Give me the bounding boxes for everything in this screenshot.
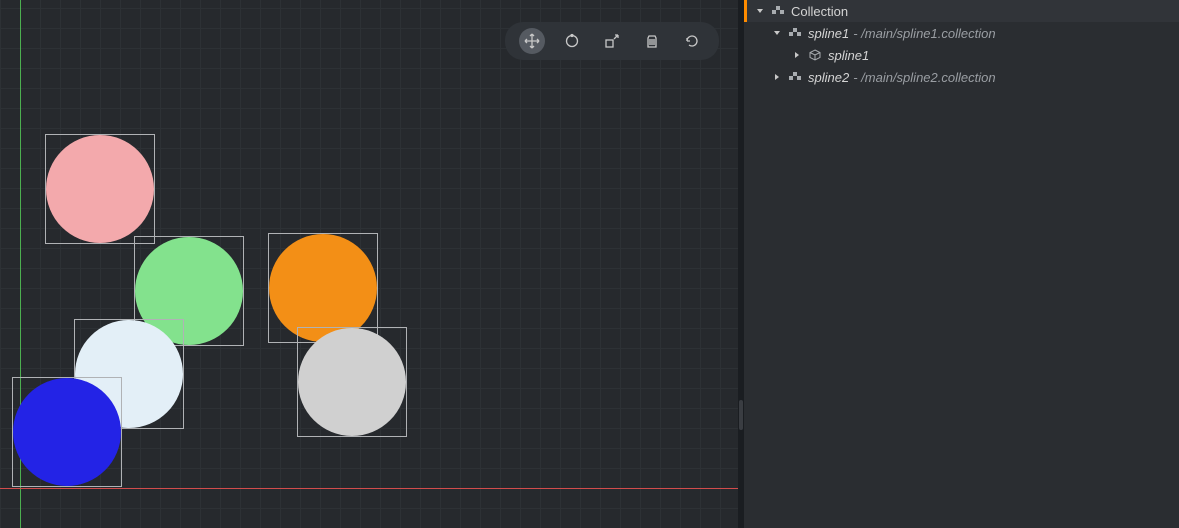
scene-viewport[interactable] — [0, 0, 738, 528]
tree-item-path: - /main/spline2.collection — [853, 70, 995, 85]
collection-icon — [771, 4, 785, 18]
tree-root-collection[interactable]: Collection — [744, 0, 1179, 22]
panel-divider[interactable] — [738, 0, 744, 528]
tree-item-spline2[interactable]: spline2 - /main/spline2.collection — [744, 66, 1179, 88]
pink-circle[interactable] — [46, 135, 154, 243]
chevron-right-icon[interactable] — [792, 50, 802, 60]
tree-item-label: spline1 — [808, 26, 849, 41]
chevron-down-icon[interactable] — [755, 6, 765, 16]
move-tool[interactable] — [519, 28, 545, 54]
chevron-down-icon[interactable] — [772, 28, 782, 38]
chevron-right-icon[interactable] — [772, 72, 782, 82]
tree-root-label: Collection — [791, 4, 848, 19]
tree-item-spline1[interactable]: spline1 - /main/spline1.collection — [744, 22, 1179, 44]
tree-item-path: - /main/spline1.collection — [853, 26, 995, 41]
outliner-panel: Collection spline1 - /main/spline1.colle… — [744, 0, 1179, 528]
tree-item-label: spline1 — [828, 48, 869, 63]
viewport-toolbar — [505, 22, 719, 60]
collection-icon — [788, 26, 802, 40]
gray-circle[interactable] — [298, 328, 406, 436]
rotate-tool[interactable] — [559, 28, 585, 54]
x-axis — [0, 488, 738, 489]
collection-icon — [788, 70, 802, 84]
divider-handle[interactable] — [739, 400, 743, 430]
refresh-tool[interactable] — [679, 28, 705, 54]
tree-item-label: spline2 — [808, 70, 849, 85]
orange-circle[interactable] — [269, 234, 377, 342]
cube-icon — [808, 48, 822, 62]
scale-tool[interactable] — [599, 28, 625, 54]
erase-tool[interactable] — [639, 28, 665, 54]
blue-circle[interactable] — [13, 378, 121, 486]
tree-item-spline1-child[interactable]: spline1 — [744, 44, 1179, 66]
